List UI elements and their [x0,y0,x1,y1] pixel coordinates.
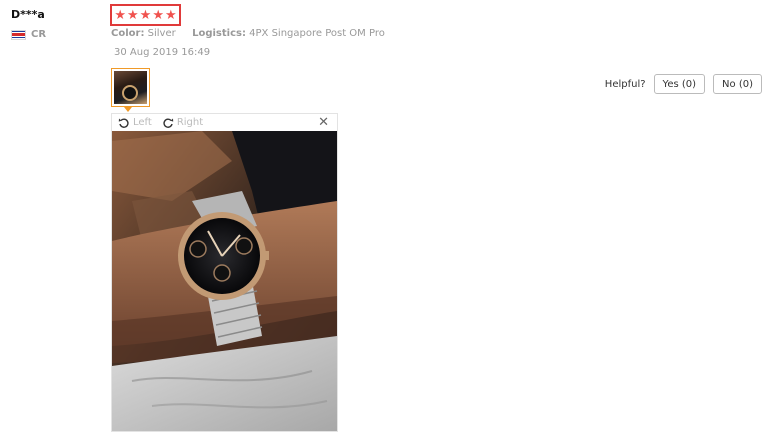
helpful-vote: Helpful? Yes (0) No (0) [605,74,762,94]
rotate-right-icon [163,118,174,128]
reviewer-name: D***a [11,8,45,21]
color-label: Color: [111,28,145,39]
order-info: Color: Silver Logistics: 4PX Singapore P… [111,28,385,39]
reviewer-country: CR [11,29,46,40]
rotate-right-button[interactable]: Right [162,117,203,129]
rotate-right-label: Right [176,117,204,128]
star-icon: ★ [127,7,139,23]
review-photo-thumbnail[interactable] [111,68,150,107]
rotate-left-label: Left [133,117,152,128]
close-icon[interactable]: ✕ [318,115,329,130]
logistics-label: Logistics: [192,28,246,39]
country-code: CR [31,29,47,40]
thumbnail-selected-caret [124,107,132,112]
watch-on-wrist-photo [112,131,337,431]
photo-viewer-toolbar: Left Right ✕ [112,114,337,131]
rotate-left-icon [118,118,129,128]
logistics-value: 4PX Singapore Post OM Pro [249,28,385,39]
color-value: Silver [147,28,176,39]
review-photo [112,131,337,431]
costa-rica-flag-icon [11,29,26,40]
star-rating: ★ ★ ★ ★ ★ [110,4,181,26]
star-icon: ★ [139,7,152,23]
star-icon: ★ [164,7,177,23]
helpful-no-button[interactable]: No (0) [713,74,762,94]
helpful-yes-button[interactable]: Yes (0) [653,74,706,94]
star-icon: ★ [152,7,164,23]
review-date: 30 Aug 2019 16:49 [114,47,211,58]
thumbnail-image [114,71,147,104]
rotate-left-button[interactable]: Left [118,117,152,129]
star-icon: ★ [114,7,127,23]
helpful-label: Helpful? [604,78,646,90]
photo-viewer: Left Right ✕ [111,113,338,432]
